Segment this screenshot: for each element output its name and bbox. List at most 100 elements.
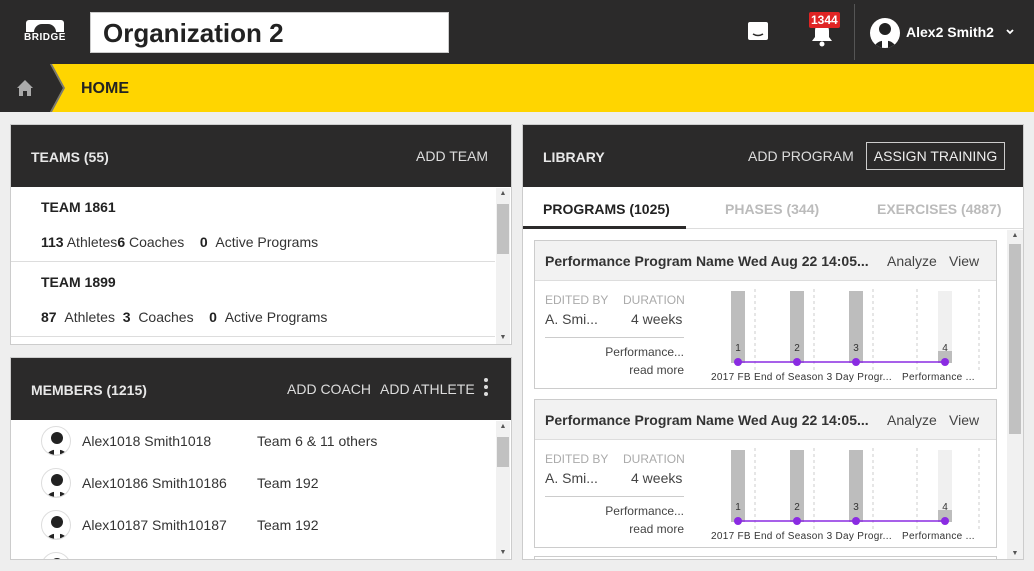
program-title[interactable]: Performance Program Name Wed Aug 22 14:0…	[545, 253, 869, 269]
program-card[interactable]: Performance Program Name Wed Aug 22 14:0…	[534, 240, 997, 389]
week-number: 1	[735, 343, 741, 354]
list-item[interactable]: Alex10186 Smith10186 Team 192	[39, 468, 489, 510]
bridge-logo[interactable]: BRIDGE	[24, 20, 70, 44]
analyze-link[interactable]: Analyze	[887, 253, 937, 269]
user-avatar[interactable]	[870, 18, 900, 48]
phase-label[interactable]: Performance ...	[902, 372, 975, 383]
timeline-point	[793, 517, 801, 525]
scroll-down-icon[interactable]: ▼	[496, 547, 510, 559]
view-link[interactable]: View	[949, 253, 979, 269]
edited-by-label: EDITED BY	[545, 452, 609, 466]
timeline-point	[734, 517, 742, 525]
add-team-button[interactable]: ADD TEAM	[416, 148, 488, 164]
member-name[interactable]: Alex10186 Smith10186	[82, 475, 227, 491]
program-card-header: Performance Program Name Wed Aug 22 14:0…	[535, 241, 996, 281]
avatar	[41, 468, 71, 498]
list-item[interactable]: Alex1018 Smith1018 Team 6 & 11 others	[39, 426, 489, 468]
coaches-count: 3	[122, 309, 131, 325]
notification-badge: 1344	[809, 12, 840, 28]
message-icon[interactable]	[746, 20, 770, 44]
chevron-down-icon[interactable]	[1004, 26, 1016, 38]
avatar	[41, 552, 71, 559]
duration-value: 4 weeks	[631, 470, 683, 486]
program-card[interactable]	[534, 556, 997, 559]
team-stats: 113 Athletes6 Coaches 0 Active Programs	[41, 234, 318, 250]
teams-panel: TEAMS (55) ADD TEAM TEAM 1861 113 Athlet…	[10, 124, 512, 345]
more-options-icon[interactable]	[483, 378, 489, 400]
team-row[interactable]: TEAM 1861 113 Athletes6 Coaches 0 Active…	[11, 187, 495, 262]
edited-by-value: A. Smi...	[545, 311, 598, 327]
avatar	[41, 510, 71, 540]
week-number: 3	[853, 502, 859, 513]
read-more-link[interactable]: read more	[545, 363, 684, 377]
team-row[interactable]: TEAM 1899 87 Athletes 3 Coaches 0 Active…	[11, 262, 495, 337]
athletes-label: Athletes	[66, 234, 118, 250]
member-name[interactable]: Alex10187 Smith10187	[82, 517, 227, 533]
scroll-thumb[interactable]	[497, 204, 509, 254]
view-link[interactable]: View	[949, 412, 979, 428]
coaches-label: Coaches	[138, 309, 194, 325]
organization-name[interactable]: Organization 2	[90, 12, 449, 53]
scroll-down-icon[interactable]: ▼	[1008, 548, 1022, 559]
scroll-thumb[interactable]	[1009, 244, 1021, 434]
divider	[545, 337, 684, 338]
scroll-thumb[interactable]	[497, 437, 509, 467]
phase-label[interactable]: Performance ...	[902, 531, 975, 542]
team-name[interactable]: TEAM 1899	[41, 274, 116, 290]
program-timeline-chart: 1 2 3 4 2017 FB End of Season 3 Day Prog…	[697, 287, 987, 389]
teams-scrollbar[interactable]: ▲ ▼	[496, 188, 510, 344]
breadcrumb-current: HOME	[81, 80, 129, 97]
teams-header: TEAMS (55) ADD TEAM	[11, 125, 511, 187]
analyze-link[interactable]: Analyze	[887, 412, 937, 428]
team-name[interactable]: TEAM 1861	[41, 199, 116, 215]
add-athlete-button[interactable]: ADD ATHLETE	[380, 381, 475, 397]
phase-label[interactable]: 2017 FB End of Season 3 Day Progr...	[711, 531, 892, 542]
assign-training-button[interactable]: ASSIGN TRAINING	[866, 142, 1005, 170]
program-card[interactable]: Performance Program Name Wed Aug 22 14:0…	[534, 399, 997, 548]
duration-label: DURATION	[623, 293, 685, 307]
programs-count: 0	[199, 234, 208, 250]
library-scrollbar[interactable]: ▲ ▼	[1007, 230, 1023, 559]
week-number: 1	[735, 502, 741, 513]
member-name[interactable]: Alex1018 Smith1018	[82, 433, 211, 449]
athletes-count: 113	[41, 234, 64, 250]
avatar-figure-icon	[46, 474, 68, 497]
programs-label: Active Programs	[215, 234, 319, 250]
home-breadcrumb[interactable]	[0, 64, 70, 112]
timeline-point	[852, 358, 860, 366]
library-title: LIBRARY	[543, 149, 605, 165]
active-tab-indicator	[523, 226, 686, 229]
timeline-point	[852, 517, 860, 525]
program-title[interactable]: Performance Program Name Wed Aug 22 14:0…	[545, 412, 869, 428]
member-team: Team 6 & 11 others	[257, 433, 378, 449]
athletes-label: Athletes	[64, 309, 115, 325]
member-team: Team 192	[257, 517, 319, 533]
avatar-figure-icon	[46, 516, 68, 539]
week-number: 2	[794, 343, 800, 354]
members-title: MEMBERS (1215)	[31, 382, 147, 398]
members-panel: MEMBERS (1215) ADD COACH ADD ATHLETE Ale…	[10, 357, 512, 560]
list-item[interactable]: Alex10187 Smith10187 Team 192	[39, 510, 489, 552]
add-program-button[interactable]: ADD PROGRAM	[748, 148, 854, 164]
read-more-link[interactable]: read more	[545, 522, 684, 536]
members-scrollbar[interactable]: ▲ ▼	[496, 421, 510, 559]
tab-phases[interactable]: PHASES (344)	[725, 201, 819, 217]
scroll-up-icon[interactable]: ▲	[496, 421, 510, 433]
scroll-up-icon[interactable]: ▲	[496, 188, 510, 200]
tab-programs[interactable]: PROGRAMS (1025)	[543, 201, 670, 217]
user-name[interactable]: Alex2 Smith2	[906, 24, 994, 40]
logo-text: BRIDGE	[24, 32, 66, 43]
add-coach-button[interactable]: ADD COACH	[287, 381, 371, 397]
list-item[interactable]	[39, 552, 489, 559]
avatar-figure-icon	[46, 432, 68, 455]
scroll-up-icon[interactable]: ▲	[1008, 230, 1022, 242]
library-header: LIBRARY ADD PROGRAM ASSIGN TRAINING	[523, 125, 1023, 187]
timeline-point	[734, 358, 742, 366]
scroll-down-icon[interactable]: ▼	[496, 332, 510, 344]
program-timeline-chart: 1 2 3 4 2017 FB End of Season 3 Day Prog…	[697, 446, 987, 548]
phase-label[interactable]: 2017 FB End of Season 3 Day Progr...	[711, 372, 892, 383]
program-description: Performance...	[605, 345, 684, 359]
week-number: 2	[794, 502, 800, 513]
tab-exercises[interactable]: EXERCISES (4887)	[877, 201, 1002, 217]
library-panel: LIBRARY ADD PROGRAM ASSIGN TRAINING PROG…	[522, 124, 1024, 560]
